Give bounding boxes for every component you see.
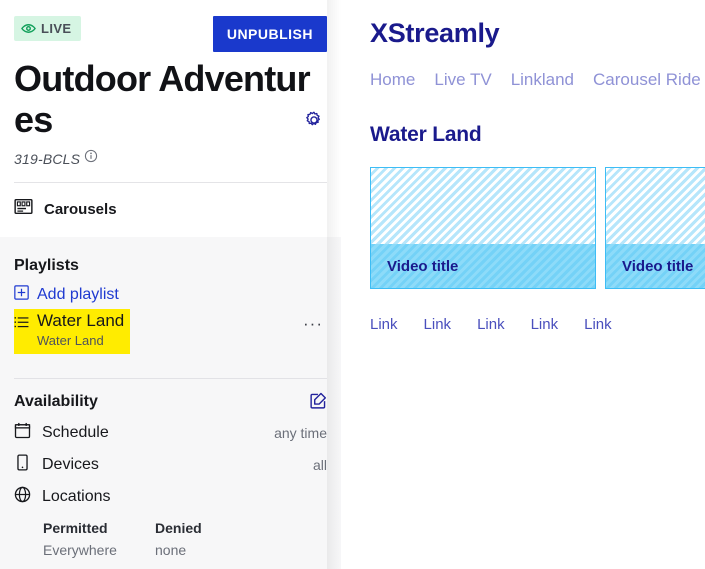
info-circle-icon[interactable] [84,149,98,168]
list-icon [14,311,29,335]
globe-icon [14,486,31,508]
editor-header-section: LIVE UNPUBLISH Outdoor Adventures 319-BC… [0,0,341,238]
carousel-preview-title: Water Land [370,123,482,146]
editor-header-row: LIVE UNPUBLISH [14,0,327,52]
gear-icon [305,111,323,132]
carousel-icon [14,197,33,221]
list-item[interactable]: Water Land Water Land ··· [14,307,327,354]
preview-link[interactable]: Link [477,316,505,333]
availability-label: Schedule [42,423,109,441]
page-title: Outdoor Adventures [14,58,311,141]
availability-value: all [312,456,327,473]
playlists-section: Playlists Add playlist Water Land Water … [0,237,341,562]
availability-label: Locations [42,487,111,505]
locations-permitted-column: Permitted Everywhere [43,517,155,562]
add-playlist-button[interactable]: Add playlist [14,282,327,307]
carousels-nav-item[interactable]: Carousels [14,183,327,237]
site-nav: Home Live TV Linkland Carousel Ride [370,49,705,90]
status-badge-label: LIVE [41,21,72,36]
video-card[interactable]: Video title [370,167,596,289]
unpublish-button[interactable]: UNPUBLISH [212,16,327,52]
locations-denied-column: Denied none [155,517,267,562]
availability-header: Availability [14,379,327,417]
brand-logo: XStreamly [370,18,500,48]
carousel-code: 319-BCLS [14,150,81,167]
preview-link[interactable]: Link [584,316,612,333]
status-badge: LIVE [14,16,81,41]
playlists-heading: Playlists [14,257,79,275]
playlist-overflow-menu-button[interactable]: ··· [303,309,327,332]
locations-permitted-value: Everywhere [43,542,117,559]
video-card-footer: Video title [371,244,595,288]
availability-value: any time [274,424,327,441]
playlist-item-water-land[interactable]: Water Land Water Land [14,309,131,354]
settings-button[interactable] [303,110,325,132]
availability-row-locations[interactable]: Locations [14,481,327,513]
code-row: 319-BCLS [14,140,327,182]
add-playlist-label: Add playlist [37,286,119,304]
nav-link-live-tv[interactable]: Live TV [434,70,491,90]
video-card-title: Video title [387,257,459,275]
carousels-label: Carousels [44,200,117,218]
locations-denied-value: none [155,542,187,559]
video-card-title: Video title [622,257,694,275]
nav-link-carousel-ride[interactable]: Carousel Ride [593,70,701,90]
phone-icon [14,454,31,476]
playlist-subtitle: Water Land [37,333,104,349]
nav-link-home[interactable]: Home [370,70,415,90]
locations-table: Permitted Everywhere Denied none [14,513,327,562]
availability-row-devices[interactable]: Devices all [14,449,327,481]
site-preview: XStreamly Home Live TV Linkland Carousel… [341,0,705,569]
eye-icon [21,21,36,36]
availability-heading: Availability [14,392,98,410]
calendar-icon [14,422,31,444]
app-root: LIVE UNPUBLISH Outdoor Adventures 319-BC… [0,0,705,569]
title-block: Outdoor Adventures [14,52,327,140]
preview-link[interactable]: Link [370,316,398,333]
preview-link[interactable]: Link [531,316,559,333]
edit-availability-button[interactable] [310,392,327,412]
playlist-name: Water Land [37,311,125,331]
locations-permitted-header: Permitted [43,519,108,536]
video-card-row: Video title Video title [370,147,705,289]
availability-row-schedule[interactable]: Schedule any time [14,417,327,449]
locations-denied-header: Denied [155,519,202,536]
edit-square-icon [310,392,327,412]
editor-sidebar: LIVE UNPUBLISH Outdoor Adventures 319-BC… [0,0,341,569]
video-card[interactable]: Video title [605,167,705,289]
preview-links-row: Link Link Link Link Link [370,289,705,333]
plus-square-icon [14,285,29,305]
preview-link[interactable]: Link [424,316,452,333]
nav-link-linkland[interactable]: Linkland [511,70,574,90]
availability-label: Devices [42,455,99,473]
video-card-footer: Video title [606,244,705,288]
